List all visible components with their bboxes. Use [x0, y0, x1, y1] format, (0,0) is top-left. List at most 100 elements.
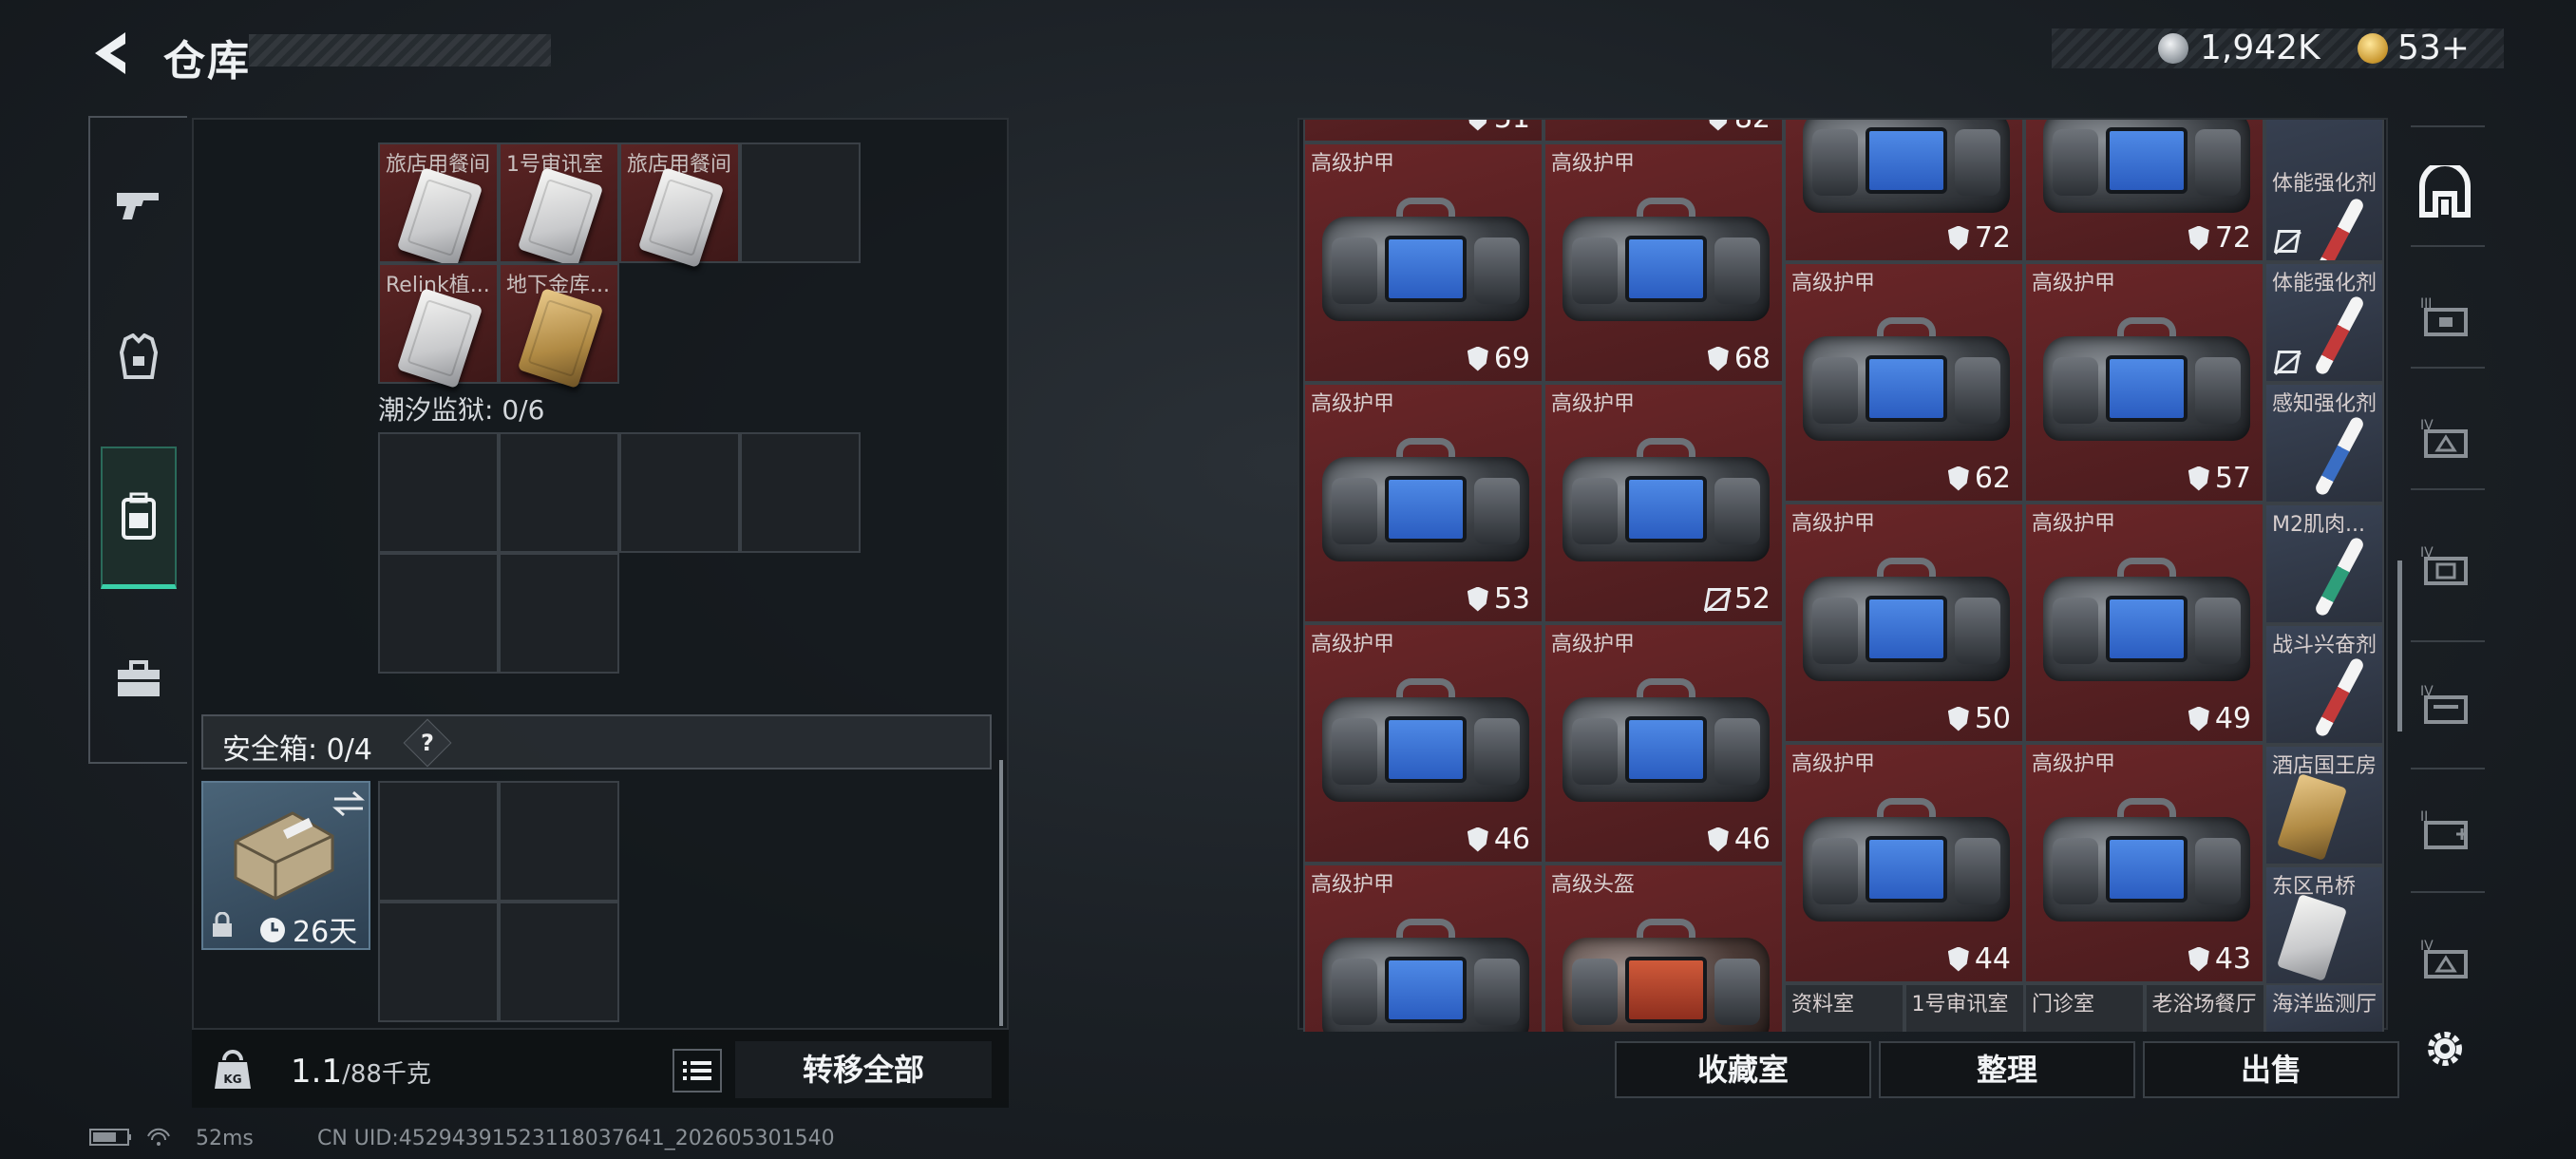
help-button[interactable]: ? [403, 718, 452, 768]
key-card-icon [2276, 772, 2348, 862]
tab-backpack[interactable] [101, 446, 177, 589]
transfer-all-button[interactable]: 转移全部 [735, 1041, 992, 1098]
durability-value: 57 [2214, 462, 2251, 495]
warehouse-item-cell[interactable]: 高级护甲 69 [1303, 142, 1544, 383]
list-view-button[interactable] [672, 1049, 722, 1092]
item-label: 门诊室 [2032, 993, 2095, 1016]
safe-box-item[interactable]: 26天 [201, 781, 370, 950]
warehouse-item-cell[interactable]: 高级护甲 57 [2024, 262, 2264, 503]
collection-room-button[interactable]: 收藏室 [1615, 1041, 1871, 1098]
container-tier-icon: II [2420, 809, 2468, 849]
warehouse-item-cell[interactable]: 高级护甲 68 [1544, 142, 1784, 383]
tab-container-4a[interactable]: IV [2415, 407, 2475, 467]
warehouse-item-cell[interactable]: 72 [2024, 120, 2264, 262]
consumable-cell[interactable]: 体能强化剂 [2264, 262, 2384, 383]
consumable-cell[interactable]: 战斗兴奋剂 [2264, 624, 2384, 745]
empty-slot[interactable] [740, 432, 861, 553]
warehouse-item-cell[interactable]: 72 [1784, 120, 2024, 262]
consumable-cell[interactable]: 体能强化剂 [2264, 120, 2384, 262]
container-tier-icon: III [2420, 296, 2468, 336]
shield-icon [1467, 586, 1488, 612]
empty-slot[interactable] [619, 432, 740, 553]
key-card-slot[interactable]: 旅店用餐间 [378, 142, 499, 268]
consumable-cell[interactable]: 感知强化剂 [2264, 383, 2384, 504]
tab-container-2[interactable]: II [2415, 798, 2475, 859]
consumable-cell[interactable]: 酒店国王房 [2264, 745, 2384, 865]
empty-slot[interactable] [499, 432, 619, 553]
empty-slot[interactable] [378, 553, 499, 674]
warehouse-item-cell[interactable]: 高级护甲 49 [2024, 503, 2264, 743]
tab-container-4d[interactable]: IV [2415, 927, 2475, 988]
shield-icon [2188, 946, 2209, 972]
empty-slot[interactable] [378, 902, 499, 1022]
warehouse-item-cell[interactable]: 高级护甲 50 [1784, 503, 2024, 743]
item-label: 高级护甲 [1791, 752, 1876, 776]
empty-slot[interactable] [499, 781, 619, 902]
armor-bag-icon [2043, 552, 2250, 685]
item-label: 酒店国王房 [2272, 754, 2377, 778]
durability-value: 69 [1493, 342, 1530, 375]
warehouse-item-cell[interactable]: 高级护甲 43 [2024, 743, 2264, 983]
consumable-cell[interactable]: M2肌肉... [2264, 504, 2384, 624]
warehouse-item-cell[interactable]: 高级护甲 [1303, 864, 1544, 1032]
empty-slot[interactable] [378, 781, 499, 902]
consumable-cell[interactable]: 海洋监测厅 [2264, 983, 2384, 1032]
sell-button[interactable]: 出售 [2143, 1041, 2399, 1098]
warehouse-scrollbar[interactable] [2397, 560, 2402, 732]
durability-readout: 82 [1707, 120, 1771, 135]
settings-button[interactable] [2415, 1018, 2475, 1079]
svg-text:KG: KG [223, 1073, 241, 1086]
tab-equipment[interactable] [101, 285, 177, 428]
item-label: M2肌肉... [2272, 513, 2365, 537]
back-button[interactable] [87, 28, 131, 78]
sort-button[interactable]: 整理 [1879, 1041, 2135, 1098]
shield-icon [1707, 120, 1729, 131]
safe-box-duration: 26天 [293, 916, 358, 949]
container-tier-icon: IV [2420, 545, 2468, 585]
item-label: 高级护甲 [1791, 272, 1876, 295]
tab-container-4c[interactable]: IV [2415, 673, 2475, 733]
item-label: 老浴场餐厅 [2151, 993, 2257, 1016]
empty-slot[interactable] [378, 432, 499, 553]
key-card-slot[interactable]: Relink植... [378, 263, 499, 389]
warehouse-item-cell[interactable]: 高级护甲 53 [1303, 383, 1544, 623]
tab-container-4b[interactable]: IV [2415, 534, 2475, 595]
user-uid: CN UID:4529439152311803764​1_20260530154… [317, 1127, 835, 1150]
warehouse-item-cell[interactable]: 高级护甲 46 [1544, 623, 1784, 864]
key-card-cell[interactable]: 资料室 [1784, 983, 1904, 1032]
item-label: 资料室 [1791, 993, 1855, 1016]
warehouse-item-cell[interactable]: 高级护甲 46 [1303, 623, 1544, 864]
tab-toolbox[interactable] [101, 608, 177, 750]
left-scrollbar[interactable] [999, 760, 1003, 1026]
key-card-cell[interactable]: 门诊室 [2024, 983, 2145, 1032]
lock-icon [213, 912, 232, 937]
key-card-cell[interactable]: 老浴场餐厅 [2144, 983, 2265, 1032]
shield-icon [1947, 225, 1969, 251]
clock-icon [260, 918, 285, 942]
gold-amount[interactable]: 53+ [2397, 28, 2470, 68]
empty-slot[interactable] [499, 902, 619, 1022]
key-card-cell[interactable]: 1号审讯室 [1904, 983, 2025, 1032]
tab-warehouse[interactable] [2415, 162, 2475, 222]
tab-container-3[interactable]: III [2415, 285, 2475, 346]
toolbox-icon [118, 660, 160, 696]
warehouse-item-cell[interactable]: 高级护甲 44 [1784, 743, 2024, 983]
armor-bag-icon [1563, 432, 1770, 565]
empty-slot[interactable] [740, 142, 861, 263]
durability-value: 82 [1734, 120, 1771, 135]
durability-value: 44 [1974, 942, 2011, 976]
empty-slot[interactable] [499, 553, 619, 674]
warehouse-item-cell[interactable]: 高级头盔 [1544, 864, 1784, 1032]
key-card-slot[interactable]: 旅店用餐间 [619, 142, 740, 268]
warehouse-item-cell[interactable]: 高级护甲 62 [1784, 262, 2024, 503]
warehouse-item-cell[interactable]: 51 [1303, 120, 1544, 142]
warehouse-item-cell[interactable]: 82 [1544, 120, 1784, 142]
backpack-icon [122, 492, 156, 540]
item-label: 1号审讯室 [1911, 993, 2009, 1016]
warehouse-item-cell[interactable]: 高级护甲 52 [1544, 383, 1784, 623]
swap-icon[interactable] [332, 790, 365, 817]
tab-weapons[interactable] [101, 133, 177, 276]
consumable-cell[interactable]: 东区吊桥 [2264, 865, 2384, 986]
key-card-slot[interactable]: 地下金库... [499, 263, 619, 389]
key-card-slot[interactable]: 1号审讯室 [499, 142, 619, 268]
